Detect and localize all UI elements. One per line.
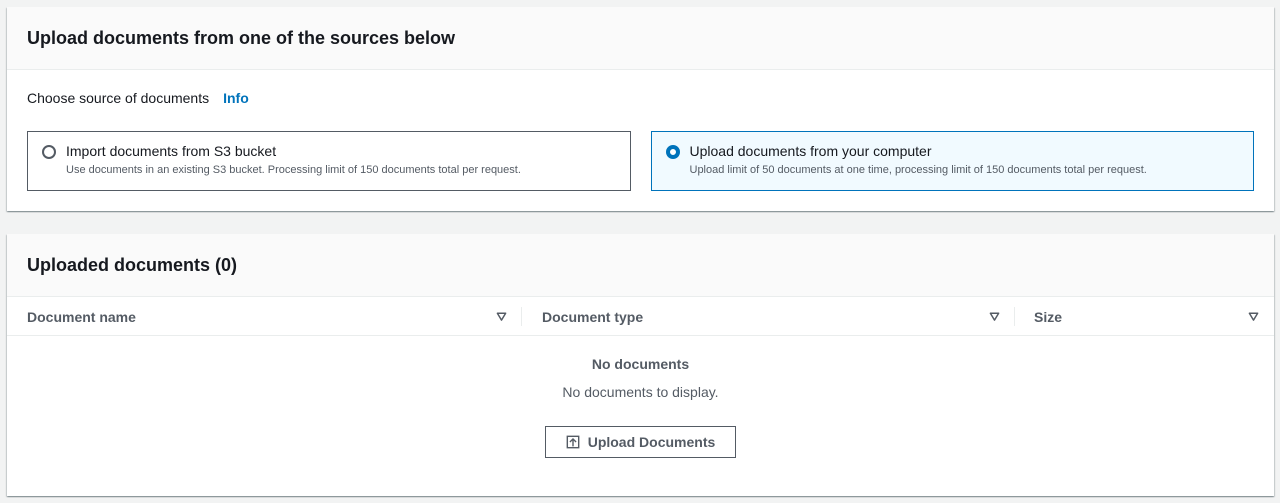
source-panel-title: Upload documents from one of the sources… (27, 27, 456, 48)
empty-state-description: No documents to display. (562, 384, 719, 400)
caret-down-icon[interactable] (989, 311, 1000, 322)
caret-down-icon[interactable] (1248, 311, 1259, 322)
source-panel-body: Choose source of documents Info Import d… (7, 70, 1274, 191)
option-computer-text: Upload documents from your computer Uplo… (690, 143, 1147, 177)
documents-panel-header: Uploaded documents (0) (7, 234, 1274, 297)
column-divider[interactable] (521, 307, 522, 326)
upload-documents-label: Upload Documents (587, 434, 716, 450)
column-header-size[interactable]: Size (1034, 297, 1062, 336)
upload-icon (566, 435, 580, 449)
column-divider[interactable] (1014, 307, 1015, 326)
column-label-document-type: Document type (542, 308, 644, 325)
empty-state: No documents No documents to display. Up… (7, 336, 1274, 458)
option-upload-computer[interactable]: Upload documents from your computer Uplo… (650, 131, 1254, 191)
option-s3-description: Use documents in an existing S3 bucket. … (66, 164, 521, 176)
column-header-document-name[interactable]: Document name (27, 297, 136, 336)
upload-documents-button[interactable]: Upload Documents (545, 426, 736, 458)
option-s3-bucket[interactable]: Import documents from S3 bucket Use docu… (27, 131, 631, 191)
column-label-size: Size (1034, 308, 1063, 325)
info-link[interactable]: Info (223, 90, 249, 106)
documents-panel: Uploaded documents (0) Document name Doc… (7, 234, 1274, 496)
column-header-document-type[interactable]: Document type (542, 297, 643, 336)
option-s3-text: Import documents from S3 bucket Use docu… (66, 143, 521, 177)
source-panel-header: Upload documents from one of the sources… (7, 7, 1274, 70)
option-computer-description: Upload limit of 50 documents at one time… (689, 164, 1147, 176)
source-label: Choose source of documents (27, 90, 210, 106)
radio-s3-bucket[interactable] (42, 145, 56, 159)
caret-down-icon[interactable] (496, 311, 507, 322)
option-computer-title: Upload documents from your computer (689, 143, 932, 159)
source-label-row: Choose source of documents Info (27, 89, 1254, 107)
empty-state-title: No documents (591, 356, 690, 372)
table-header: Document name Document type Size (7, 297, 1274, 336)
source-panel: Upload documents from one of the sources… (7, 7, 1274, 211)
option-s3-title: Import documents from S3 bucket (66, 143, 277, 159)
source-options: Import documents from S3 bucket Use docu… (27, 131, 1254, 191)
documents-panel-title: Uploaded documents (0) (27, 254, 238, 275)
column-label-document-name: Document name (27, 308, 136, 325)
radio-upload-computer[interactable] (665, 145, 680, 159)
